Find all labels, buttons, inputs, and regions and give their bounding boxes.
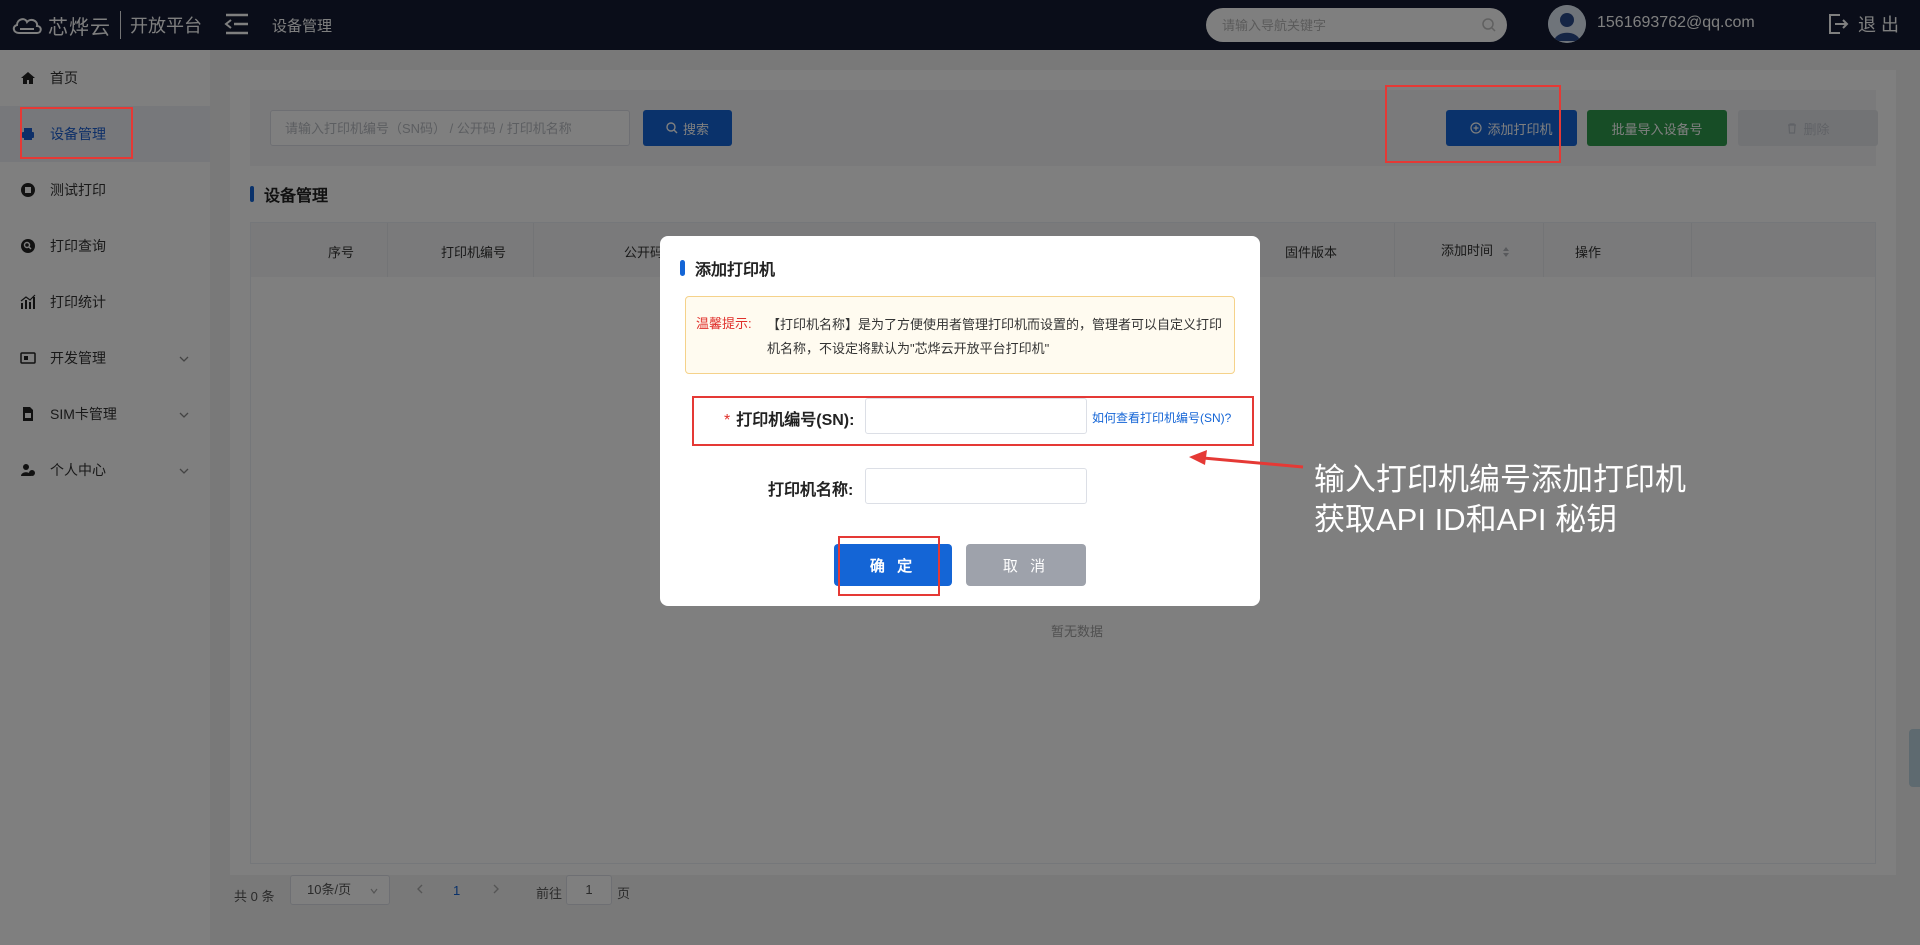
highlight-box-sn-field (692, 396, 1254, 446)
dialog-title: 添加打印机 (680, 256, 775, 280)
dialog-title-text: 添加打印机 (695, 262, 776, 279)
tip-label: 温馨提示: (696, 316, 752, 331)
annotation-line-1: 输入打印机编号添加打印机 (1314, 462, 1686, 497)
cancel-button[interactable]: 取 消 (966, 544, 1086, 586)
annotation-arrow-icon (1189, 450, 1304, 469)
name-label: 打印机名称: (768, 482, 854, 499)
highlight-box-sidebar (20, 107, 133, 159)
annotation-line-2: 获取API ID和API 秘钥 (1314, 502, 1618, 537)
highlight-box-add-button (1385, 85, 1561, 163)
highlight-box-confirm (838, 536, 940, 596)
side-drawer-handle[interactable] (1909, 729, 1920, 787)
tip-text: 【打印机名称】是为了方便使用者管理打印机而设置的，管理者可以自定义打印机名称，不… (767, 317, 1223, 356)
tip-box: 温馨提示: 【打印机名称】是为了方便使用者管理打印机而设置的，管理者可以自定义打… (685, 296, 1235, 374)
annotation-text: 输入打印机编号添加打印机 获取API ID和API 秘钥 (1314, 460, 1686, 540)
title-accent-bar (680, 260, 685, 276)
printer-name-input[interactable] (865, 468, 1087, 504)
